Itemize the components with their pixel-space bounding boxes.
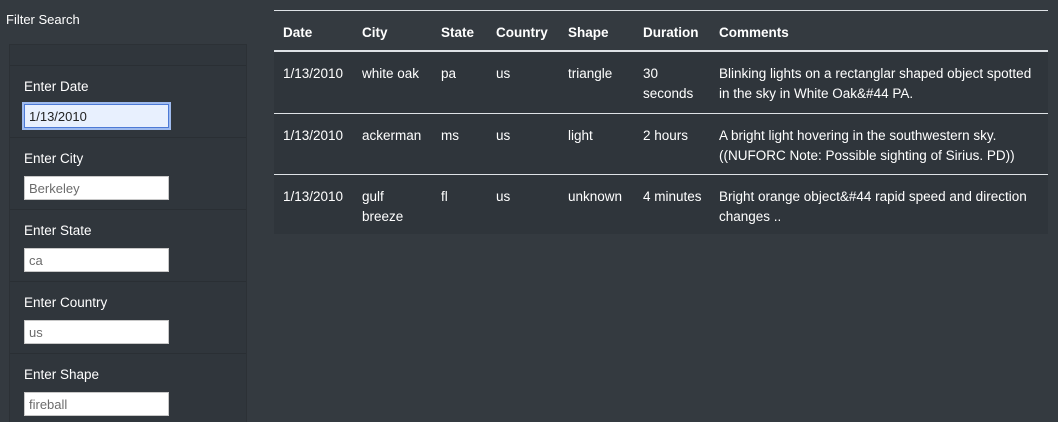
city-filter-label: Enter City [24,151,84,166]
cell-country: us [496,66,511,81]
filter-item-date: Enter Date [10,65,246,137]
shape-filter-input[interactable] [24,392,169,416]
cell-comments: Bright orange object&#44 rapid speed and… [719,189,1027,224]
cell-duration: 2 hours [643,128,689,143]
table-row: 1/13/2010 gulf breeze fl us unknown 4 mi… [274,174,1048,235]
state-filter-label: Enter State [24,223,92,238]
filter-item-shape: Enter Shape [10,353,246,422]
ufo-sightings-page: Filter Search Enter Date Enter City Ente… [0,0,1058,422]
filter-item-country: Enter Country [10,281,246,353]
state-filter-input[interactable] [24,248,169,272]
column-header-country: Country [496,25,548,40]
cell-date: 1/13/2010 [283,66,344,81]
column-header-date: Date [283,25,313,40]
cell-country: us [496,128,511,143]
city-filter-input[interactable] [24,176,169,200]
cell-date: 1/13/2010 [283,189,344,204]
cell-comments: A bright light hovering in the southwest… [719,128,1015,163]
cell-city: white oak [362,66,420,81]
table-row: 1/13/2010 white oak pa us triangle 30 se… [274,52,1048,113]
date-filter-label: Enter Date [24,79,89,94]
cell-shape: light [568,128,593,143]
table-header: Date City State Country Shape Duration C… [274,11,1048,52]
cell-shape: triangle [568,66,613,81]
cell-shape: unknown [568,189,623,204]
cell-comments: Blinking lights on a rectanglar shaped o… [719,66,1032,101]
filter-item-state: Enter State [10,209,246,281]
cell-country: us [496,189,511,204]
column-header-shape: Shape [568,25,609,40]
sidebar-title: Filter Search [6,12,80,27]
country-filter-label: Enter Country [24,295,108,310]
cell-state: ms [441,128,459,143]
table-row: 1/13/2010 ackerman ms us light 2 hours A… [274,113,1048,174]
column-header-city: City [362,25,388,40]
filter-sidebar: Filter Search Enter Date Enter City Ente… [0,0,250,422]
cell-state: fl [441,189,448,204]
cell-city: gulf breeze [362,189,404,224]
cell-duration: 4 minutes [643,189,702,204]
column-header-state: State [441,25,475,40]
column-header-comments: Comments [719,25,789,40]
column-header-duration: Duration [643,25,699,40]
date-filter-input[interactable] [24,104,169,128]
filter-list: Enter Date Enter City Enter State Enter … [9,44,247,422]
sightings-table: Date City State Country Shape Duration C… [274,10,1048,234]
filter-item-city: Enter City [10,137,246,209]
cell-state: pa [441,66,457,81]
cell-date: 1/13/2010 [283,128,344,143]
shape-filter-label: Enter Shape [24,367,100,382]
cell-duration: 30 seconds [643,66,694,101]
cell-city: ackerman [362,128,422,143]
country-filter-input[interactable] [24,320,169,344]
